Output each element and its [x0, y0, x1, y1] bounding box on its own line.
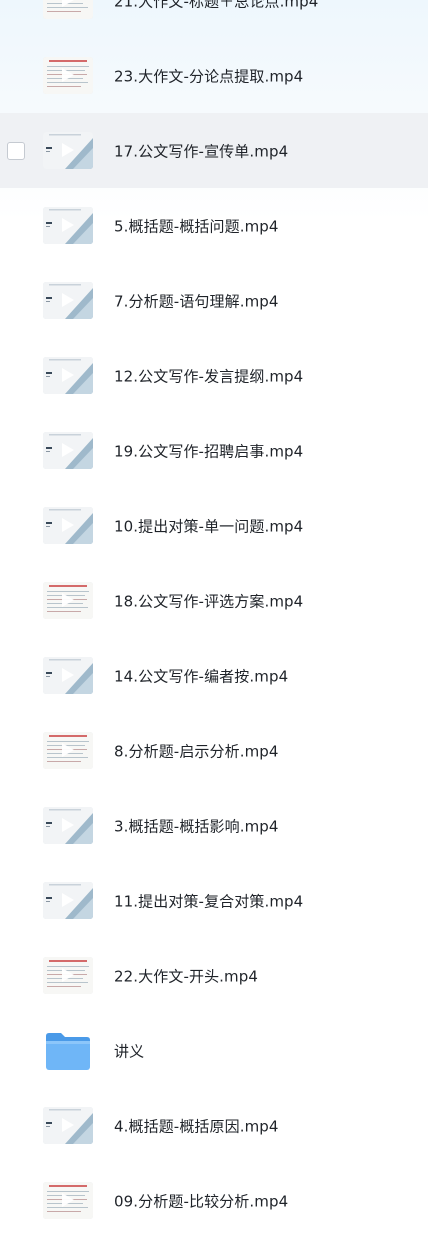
file-row[interactable]: 22.大作文-开头.mp4: [0, 938, 428, 1013]
file-row[interactable]: 3.概括题-概括影响.mp4: [0, 788, 428, 863]
file-name[interactable]: 4.概括题-概括原因.mp4: [114, 1115, 279, 1136]
file-row[interactable]: 4.概括题-概括原因.mp4: [0, 1088, 428, 1163]
file-row[interactable]: 8.分析题-启示分析.mp4: [0, 713, 428, 788]
file-row[interactable]: 14.公文写作-编者按.mp4: [0, 638, 428, 713]
video-thumbnail-icon: [43, 206, 93, 244]
file-name[interactable]: 19.公文写作-招聘启事.mp4: [114, 440, 303, 461]
file-list: 21.大作文-标题＋总论点.mp4 23.大作文-分论点提取.mp4 17.公文写作…: [0, 0, 428, 1238]
file-name[interactable]: 09.分析题-比较分析.mp4: [114, 1190, 288, 1211]
file-name[interactable]: 讲义: [114, 1040, 144, 1061]
file-name[interactable]: 3.概括题-概括影响.mp4: [114, 815, 279, 836]
file-name[interactable]: 10.提出对策-单一问题.mp4: [114, 515, 303, 536]
file-row[interactable]: 19.公文写作-招聘启事.mp4: [0, 413, 428, 488]
video-thumbnail-icon: [43, 281, 93, 319]
file-row[interactable]: 21.大作文-标题＋总论点.mp4: [0, 0, 428, 38]
video-thumbnail-icon: [43, 656, 93, 694]
file-row[interactable]: 09.分析题-比较分析.mp4: [0, 1163, 428, 1238]
file-name[interactable]: 21.大作文-标题＋总论点.mp4: [114, 0, 318, 11]
file-row[interactable]: 23.大作文-分论点提取.mp4: [0, 38, 428, 113]
video-thumbnail-icon: [43, 356, 93, 394]
video-thumbnail-icon: [43, 506, 93, 544]
video-thumbnail-icon: [43, 1181, 93, 1219]
folder-row[interactable]: 讲义: [0, 1013, 428, 1088]
file-name[interactable]: 17.公文写作-宣传单.mp4: [114, 140, 288, 161]
file-name[interactable]: 7.分析题-语句理解.mp4: [114, 290, 279, 311]
video-thumbnail-icon: [43, 731, 93, 769]
select-checkbox[interactable]: [7, 141, 25, 160]
video-thumbnail-icon: [43, 881, 93, 919]
file-name[interactable]: 18.公文写作-评选方案.mp4: [114, 590, 303, 611]
video-thumbnail-icon: [43, 1106, 93, 1144]
file-name[interactable]: 14.公文写作-编者按.mp4: [114, 665, 288, 686]
file-row[interactable]: 5.概括题-概括问题.mp4: [0, 188, 428, 263]
file-row[interactable]: 12.公文写作-发言提纲.mp4: [0, 338, 428, 413]
file-row[interactable]: 11.提出对策-复合对策.mp4: [0, 863, 428, 938]
file-name[interactable]: 11.提出对策-复合对策.mp4: [114, 890, 303, 911]
file-name[interactable]: 22.大作文-开头.mp4: [114, 965, 258, 986]
file-name[interactable]: 5.概括题-概括问题.mp4: [114, 215, 279, 236]
file-row[interactable]: 17.公文写作-宣传单.mp4: [0, 113, 428, 188]
video-thumbnail-icon: [43, 581, 93, 619]
video-thumbnail-icon: [43, 0, 93, 19]
video-thumbnail-icon: [43, 806, 93, 844]
video-thumbnail-icon: [43, 956, 93, 994]
folder-icon: [44, 1030, 92, 1072]
video-thumbnail-icon: [43, 56, 93, 94]
file-name[interactable]: 12.公文写作-发言提纲.mp4: [114, 365, 303, 386]
file-row[interactable]: 10.提出对策-单一问题.mp4: [0, 488, 428, 563]
file-row[interactable]: 18.公文写作-评选方案.mp4: [0, 563, 428, 638]
video-thumbnail-icon: [43, 131, 93, 169]
file-name[interactable]: 23.大作文-分论点提取.mp4: [114, 65, 303, 86]
file-row[interactable]: 7.分析题-语句理解.mp4: [0, 263, 428, 338]
file-name[interactable]: 8.分析题-启示分析.mp4: [114, 740, 279, 761]
video-thumbnail-icon: [43, 431, 93, 469]
